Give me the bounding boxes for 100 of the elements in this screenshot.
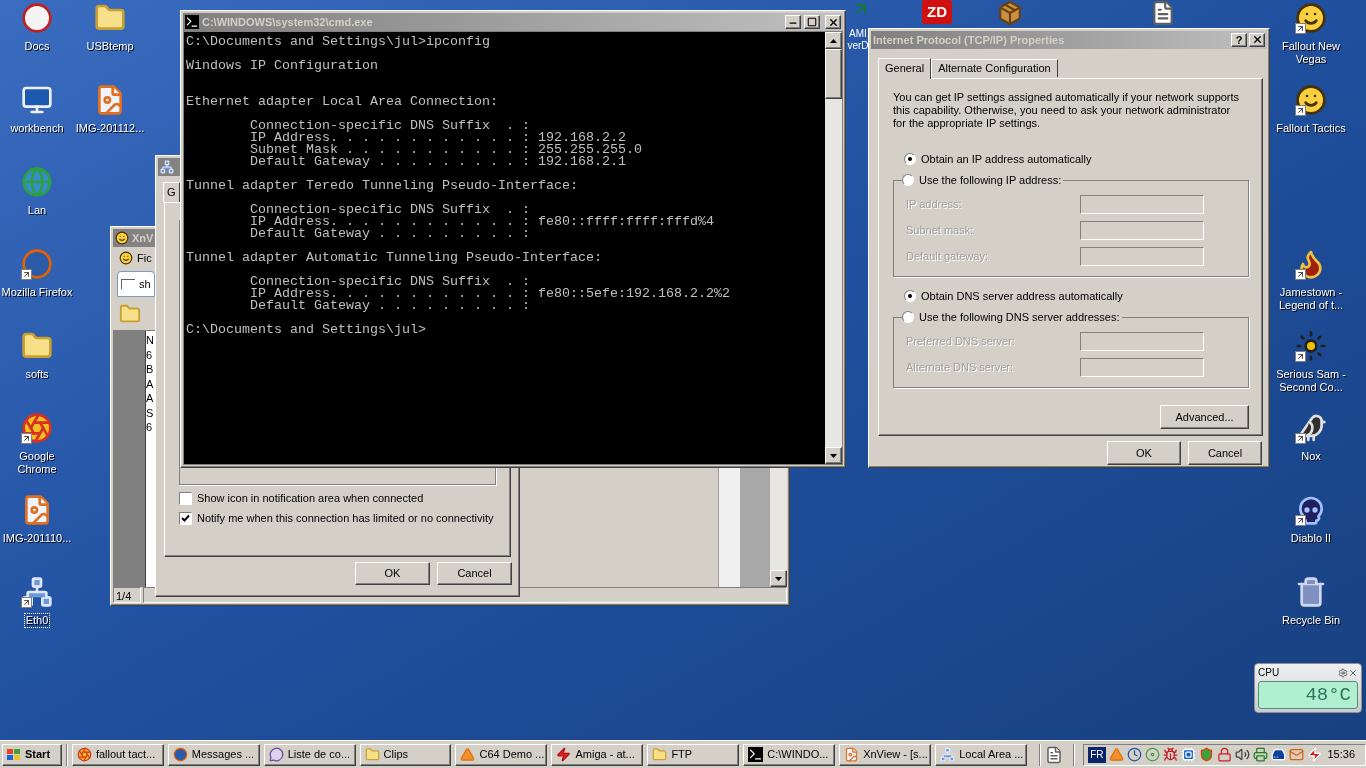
taskbar-button[interactable]: FTP bbox=[647, 743, 740, 766]
ip-address-field[interactable] bbox=[1080, 331, 1204, 351]
icon-label[interactable]: Diablo II bbox=[1289, 532, 1333, 545]
lightning-icon[interactable] bbox=[1306, 747, 1322, 762]
taskbar-button[interactable]: Messages ... bbox=[167, 743, 260, 766]
tab[interactable]: Alternate Configuration bbox=[931, 58, 1058, 77]
menu-item[interactable]: Fic bbox=[137, 249, 152, 267]
dialog-button[interactable]: Cancel bbox=[437, 562, 512, 585]
checkbox[interactable] bbox=[179, 511, 192, 525]
icon-label[interactable]: Jamestown - Legend of t... bbox=[1272, 286, 1350, 312]
icon-label[interactable]: Recycle Bin bbox=[1280, 614, 1342, 627]
box-icon[interactable] bbox=[997, 0, 1023, 26]
clock-icon[interactable] bbox=[1126, 747, 1142, 762]
smiley-icon[interactable] bbox=[1295, 2, 1327, 34]
radio-label[interactable]: Obtain an IP address automatically bbox=[921, 150, 1092, 168]
document-icon[interactable] bbox=[1150, 0, 1176, 26]
sun-icon[interactable] bbox=[1295, 330, 1327, 362]
document-icon[interactable] bbox=[1045, 745, 1064, 764]
list-item[interactable]: N bbox=[146, 333, 155, 348]
close-button[interactable] bbox=[825, 15, 841, 29]
icon-label[interactable]: Fallout New Vegas bbox=[1272, 40, 1350, 66]
network-icon[interactable] bbox=[21, 576, 53, 608]
list-item[interactable]: 6 bbox=[146, 347, 155, 362]
checkbox[interactable] bbox=[179, 491, 192, 505]
drive-icon[interactable] bbox=[1270, 747, 1286, 762]
taskbar-button[interactable]: Local Area ... bbox=[935, 743, 1028, 766]
taskbar-button[interactable]: fallout tact... bbox=[71, 743, 164, 766]
help-button[interactable]: ? bbox=[1231, 32, 1247, 47]
icon-label[interactable]: Serious Sam - Second Co... bbox=[1272, 368, 1350, 394]
aperture-icon bbox=[76, 747, 92, 762]
taskbar-button[interactable]: Amiga - at... bbox=[551, 743, 644, 766]
list-item[interactable]: A bbox=[146, 376, 155, 391]
icon-label[interactable]: softs bbox=[24, 368, 50, 381]
ip-address-field[interactable] bbox=[1080, 357, 1204, 377]
icon-label[interactable]: Google Chrome bbox=[0, 450, 76, 476]
taskbar-button[interactable]: Liste de co... bbox=[263, 743, 356, 766]
settings-icon[interactable] bbox=[1338, 668, 1348, 678]
aperture-icon[interactable] bbox=[21, 412, 53, 444]
icon-label[interactable]: Mozilla Firefox bbox=[0, 286, 74, 299]
ip-address-field[interactable] bbox=[1080, 246, 1204, 266]
scrollbar[interactable] bbox=[825, 32, 842, 464]
clock[interactable]: 15:36 bbox=[1327, 746, 1362, 763]
icon-label[interactable]: IMG-201110... bbox=[1, 532, 73, 545]
dialog-button[interactable]: OK bbox=[355, 562, 430, 585]
icon-label[interactable]: Fallout Tactics bbox=[1275, 122, 1347, 135]
taskbar-button[interactable]: C:\WINDO... bbox=[743, 743, 836, 766]
taskbar-button[interactable]: XnView - [s... bbox=[839, 743, 932, 766]
smiley-icon bbox=[119, 251, 133, 265]
list-item[interactable]: A bbox=[146, 391, 155, 406]
icon-label[interactable]: USBtemp bbox=[85, 40, 135, 53]
icon-label[interactable]: Nox bbox=[1300, 450, 1322, 463]
dialog-button[interactable]: OK bbox=[1107, 441, 1181, 465]
logo-badge[interactable]: ZD bbox=[922, 0, 952, 24]
tab[interactable]: General bbox=[878, 57, 932, 79]
monitor-icon[interactable] bbox=[21, 84, 53, 116]
tab[interactable]: sh bbox=[117, 271, 155, 297]
advanced-button[interactable]: Advanced... bbox=[1160, 404, 1249, 429]
close-icon[interactable] bbox=[1348, 668, 1358, 678]
ball-icon[interactable] bbox=[21, 2, 53, 34]
icon-label[interactable]: IMG-201112... bbox=[74, 122, 146, 135]
taskbar-button[interactable]: Clips bbox=[359, 743, 452, 766]
radio-button[interactable] bbox=[904, 289, 916, 302]
radio-label[interactable]: Obtain DNS server address automatically bbox=[921, 287, 1123, 305]
thumbnail-icon bbox=[121, 279, 135, 289]
lock-icon[interactable] bbox=[1216, 747, 1232, 762]
ip-address-field[interactable] bbox=[1080, 220, 1204, 240]
compass-icon[interactable] bbox=[21, 248, 53, 280]
checkbox-label[interactable]: Notify me when this connection has limited or no connectivity bbox=[197, 509, 494, 527]
icon-label[interactable]: Eth0 bbox=[24, 614, 50, 627]
bird-icon[interactable] bbox=[1295, 412, 1327, 444]
list-item[interactable]: 6 bbox=[146, 420, 155, 435]
taskbar-button[interactable]: C64 Demo ... bbox=[455, 743, 548, 766]
list-item[interactable]: B bbox=[146, 362, 155, 377]
bug-icon[interactable] bbox=[1162, 747, 1178, 762]
icon-label[interactable]: Docs bbox=[23, 40, 51, 53]
ip-address-field[interactable] bbox=[1080, 194, 1204, 214]
checkbox-label[interactable]: Show icon in notification area when connected bbox=[197, 489, 424, 507]
radio-button[interactable] bbox=[902, 173, 914, 186]
maximize-button[interactable] bbox=[804, 15, 820, 29]
icon-label[interactable]: Lan bbox=[26, 204, 48, 217]
terminal-icon bbox=[185, 15, 199, 29]
close-button[interactable] bbox=[1249, 32, 1265, 47]
radio-button[interactable] bbox=[904, 152, 916, 165]
speaker-icon[interactable] bbox=[1234, 747, 1250, 762]
chip-icon[interactable] bbox=[1180, 747, 1196, 762]
trash-icon[interactable] bbox=[1295, 576, 1327, 608]
minimize-button[interactable] bbox=[785, 15, 801, 29]
start-button[interactable]: Start bbox=[2, 743, 62, 766]
image-file-icon bbox=[844, 747, 860, 762]
icon-label[interactable]: AMI verD bbox=[847, 28, 869, 52]
icon-label[interactable]: workbench bbox=[9, 122, 65, 135]
dialog-button[interactable]: Cancel bbox=[1188, 441, 1262, 465]
temperature-reading: 48°C bbox=[1305, 685, 1351, 705]
tab[interactable]: G bbox=[163, 182, 180, 202]
list-item[interactable]: S bbox=[146, 405, 155, 420]
smiley-icon[interactable] bbox=[1295, 84, 1327, 116]
shield-icon[interactable] bbox=[1198, 747, 1214, 762]
radio-button[interactable] bbox=[902, 310, 914, 323]
language-indicator[interactable]: FR bbox=[1088, 746, 1106, 763]
scroll-thumb[interactable] bbox=[825, 49, 842, 99]
